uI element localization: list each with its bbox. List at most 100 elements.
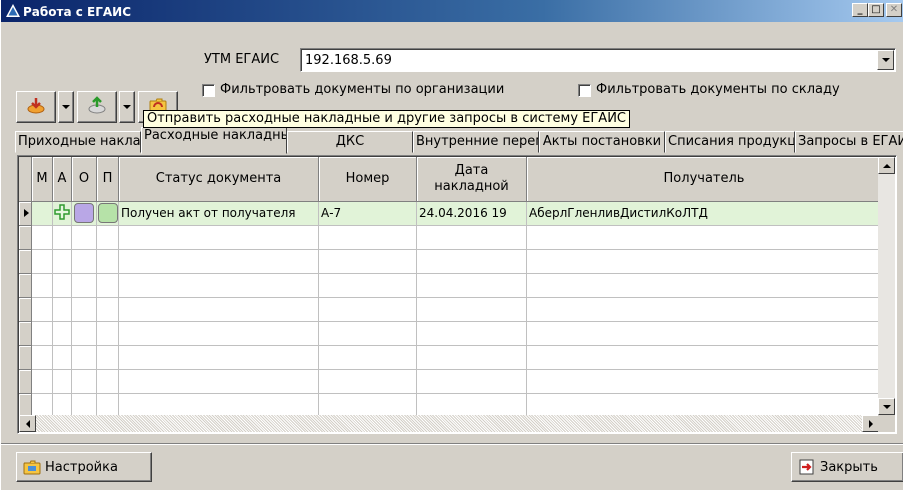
grid-cell[interactable]: [526, 369, 882, 394]
grid-cell[interactable]: [96, 273, 119, 298]
grid-cell[interactable]: [416, 297, 527, 322]
grid-cell[interactable]: [71, 249, 97, 274]
tab-outgoing[interactable]: Расходные накладные: [141, 127, 287, 154]
filter-by-org-checkbox[interactable]: [202, 84, 215, 97]
col-header-a[interactable]: А: [52, 157, 72, 202]
tab-incoming[interactable]: Приходные накладные: [15, 131, 141, 153]
grid-cell[interactable]: [318, 345, 417, 370]
grid-cell[interactable]: [52, 321, 72, 346]
grid-cell[interactable]: [31, 297, 53, 322]
grid-cell[interactable]: [71, 297, 97, 322]
grid-cell[interactable]: [96, 369, 119, 394]
grid-cell[interactable]: [31, 249, 53, 274]
table-row[interactable]: [19, 249, 882, 274]
grid-cell[interactable]: [31, 225, 53, 250]
filter-by-warehouse-checkbox[interactable]: [578, 84, 591, 97]
receive-docs-button[interactable]: [16, 91, 56, 123]
grid-cell[interactable]: [96, 393, 119, 418]
cell-o[interactable]: [71, 201, 97, 226]
col-header-o[interactable]: О: [71, 157, 97, 202]
grid-cell[interactable]: [318, 369, 417, 394]
grid-cell[interactable]: [52, 345, 72, 370]
documents-grid[interactable]: М А О П Статус документа Номер Дата накл…: [17, 155, 897, 434]
grid-cell[interactable]: [52, 297, 72, 322]
cell-date[interactable]: 24.04.2016 19: [416, 201, 527, 226]
grid-cell[interactable]: [52, 369, 72, 394]
grid-cell[interactable]: [52, 249, 72, 274]
table-row[interactable]: [19, 345, 882, 370]
minimize-button[interactable]: _: [852, 3, 868, 17]
scroll-down-button[interactable]: [878, 398, 895, 415]
table-row[interactable]: Получен акт от получателя А-7 24.04.2016…: [19, 201, 882, 226]
scroll-up-button[interactable]: [878, 157, 895, 174]
grid-cell[interactable]: [71, 393, 97, 418]
table-row[interactable]: [19, 393, 882, 418]
grid-cell[interactable]: [52, 225, 72, 250]
col-header-p[interactable]: П: [96, 157, 119, 202]
grid-cell[interactable]: [118, 273, 319, 298]
tab-internal-moves[interactable]: Внутренние перемещения: [413, 131, 539, 153]
grid-cell[interactable]: [31, 273, 53, 298]
grid-cell[interactable]: [318, 321, 417, 346]
vertical-scrollbar[interactable]: [878, 157, 895, 415]
grid-cell[interactable]: [118, 249, 319, 274]
grid-cell[interactable]: [118, 393, 319, 418]
tab-dks[interactable]: ДКС: [287, 131, 413, 153]
grid-cell[interactable]: [52, 273, 72, 298]
send-docs-dropdown[interactable]: [119, 91, 135, 123]
cell-number[interactable]: А-7: [318, 201, 417, 226]
grid-cell[interactable]: [318, 393, 417, 418]
send-docs-button[interactable]: [77, 91, 117, 123]
cell-a[interactable]: [52, 201, 72, 226]
grid-cell[interactable]: [31, 321, 53, 346]
grid-cell[interactable]: [318, 273, 417, 298]
receive-docs-dropdown[interactable]: [58, 91, 74, 123]
tab-registration-acts[interactable]: Акты постановки: [539, 131, 665, 153]
utm-select[interactable]: 192.168.5.69: [300, 48, 896, 72]
grid-cell[interactable]: [96, 345, 119, 370]
grid-cell[interactable]: [526, 297, 882, 322]
grid-cell[interactable]: [416, 369, 527, 394]
chevron-down-icon[interactable]: [877, 50, 894, 70]
col-header-recipient[interactable]: Получатель: [526, 157, 882, 202]
grid-cell[interactable]: [526, 273, 882, 298]
grid-cell[interactable]: [71, 345, 97, 370]
grid-cell[interactable]: [52, 393, 72, 418]
grid-cell[interactable]: [118, 225, 319, 250]
grid-cell[interactable]: [31, 369, 53, 394]
grid-cell[interactable]: [526, 345, 882, 370]
grid-cell[interactable]: [416, 249, 527, 274]
grid-cell[interactable]: [318, 297, 417, 322]
grid-cell[interactable]: [118, 297, 319, 322]
cell-m[interactable]: [31, 201, 53, 226]
grid-cell[interactable]: [416, 321, 527, 346]
tab-egais-requests[interactable]: Запросы в ЕГАИС: [795, 131, 903, 153]
grid-cell[interactable]: [96, 225, 119, 250]
grid-cell[interactable]: [31, 345, 53, 370]
maximize-button[interactable]: □: [868, 3, 884, 17]
grid-cell[interactable]: [318, 249, 417, 274]
grid-cell[interactable]: [31, 393, 53, 418]
grid-cell[interactable]: [96, 321, 119, 346]
grid-cell[interactable]: [416, 225, 527, 250]
grid-cell[interactable]: [526, 393, 882, 418]
col-header-number[interactable]: Номер: [318, 157, 417, 202]
grid-cell[interactable]: [526, 321, 882, 346]
horizontal-scrollbar[interactable]: [19, 415, 879, 432]
scroll-right-button[interactable]: [862, 415, 879, 432]
scroll-left-button[interactable]: [19, 415, 36, 432]
table-row[interactable]: [19, 225, 882, 250]
col-header-m[interactable]: М: [31, 157, 53, 202]
table-row[interactable]: [19, 369, 882, 394]
grid-cell[interactable]: [96, 249, 119, 274]
grid-cell[interactable]: [416, 273, 527, 298]
grid-cell[interactable]: [71, 369, 97, 394]
table-row[interactable]: [19, 297, 882, 322]
grid-cell[interactable]: [318, 225, 417, 250]
settings-button[interactable]: Настройка: [16, 452, 152, 482]
grid-cell[interactable]: [416, 393, 527, 418]
grid-cell[interactable]: [118, 369, 319, 394]
grid-cell[interactable]: [71, 273, 97, 298]
grid-cell[interactable]: [416, 345, 527, 370]
table-row[interactable]: [19, 273, 882, 298]
